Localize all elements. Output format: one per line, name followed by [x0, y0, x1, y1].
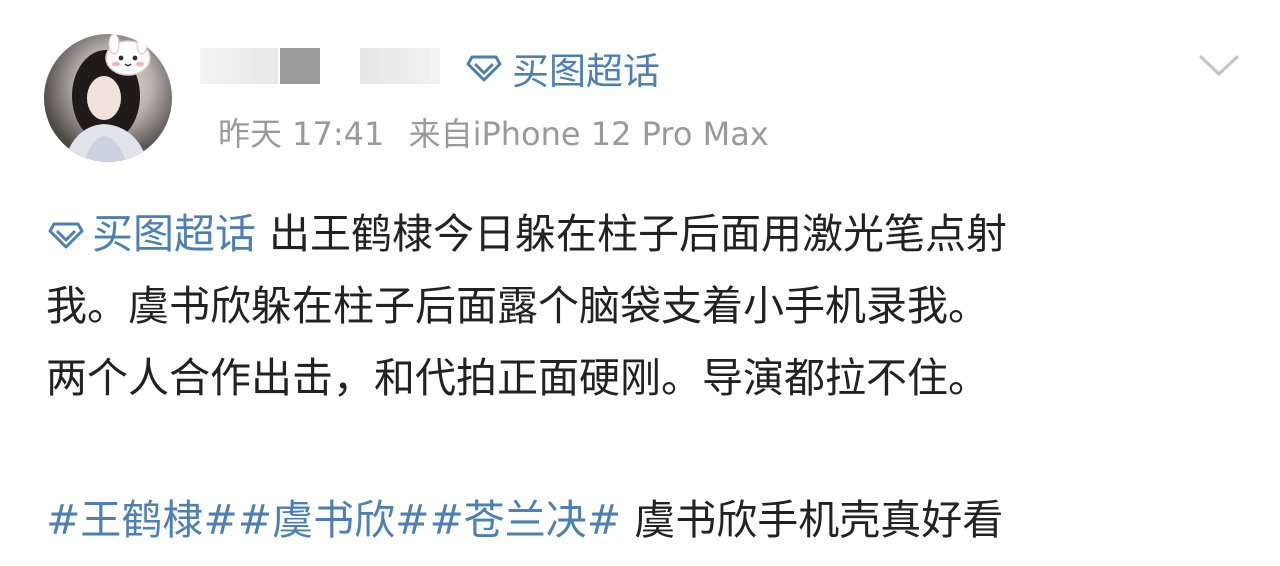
- diamond-icon: [48, 222, 84, 249]
- avatar[interactable]: [44, 34, 172, 162]
- hashtag-link[interactable]: #王鹤棣#: [46, 496, 238, 544]
- hashtag-line: #王鹤棣##虞书欣##苍兰决# 虞书欣手机壳真好看: [46, 484, 1256, 556]
- topic-tag-link[interactable]: 买图超话: [466, 46, 660, 93]
- inline-topic-label: 买图超话: [92, 210, 256, 258]
- inline-topic-link[interactable]: 买图超话: [46, 210, 269, 258]
- diamond-icon: [466, 55, 502, 82]
- blur-block: [360, 48, 440, 84]
- body-text: 我。虞书欣躲在柱子后面露个脑袋支着小手机录我。: [46, 282, 989, 330]
- hashtag-link[interactable]: #虞书欣#: [238, 496, 430, 544]
- hashtag-link[interactable]: #苍兰决#: [429, 496, 621, 544]
- hashtag-tail-text: 虞书欣手机壳真好看: [634, 496, 1004, 544]
- body-text: 两个人合作出击，和代拍正面硬刚。导演都拉不住。: [46, 354, 989, 402]
- post-time: 昨天 17:41: [218, 115, 385, 153]
- topic-tag-label: 买图超话: [512, 50, 660, 93]
- post-source: 来自iPhone 12 Pro Max: [408, 115, 769, 153]
- chevron-down-icon[interactable]: [1198, 52, 1240, 80]
- blur-block: [200, 48, 278, 84]
- username-blurred[interactable]: [200, 44, 450, 88]
- avatar-illustration: [64, 34, 151, 162]
- post-meta: 昨天 17:41 来自iPhone 12 Pro Max: [218, 114, 783, 154]
- body-line: 买图超话 出王鹤棣今日躲在柱子后面用激光笔点射: [46, 198, 1256, 270]
- body-text: 出王鹤棣今日躲在柱子后面用激光笔点射: [269, 210, 1008, 258]
- weibo-post: 买图超话 昨天 17:41 来自iPhone 12 Pro Max 买图超话 出…: [0, 0, 1280, 566]
- post-body: 买图超话 出王鹤棣今日躲在柱子后面用激光笔点射 我。虞书欣躲在柱子后面露个脑袋支…: [46, 198, 1256, 556]
- blur-block: [280, 48, 320, 84]
